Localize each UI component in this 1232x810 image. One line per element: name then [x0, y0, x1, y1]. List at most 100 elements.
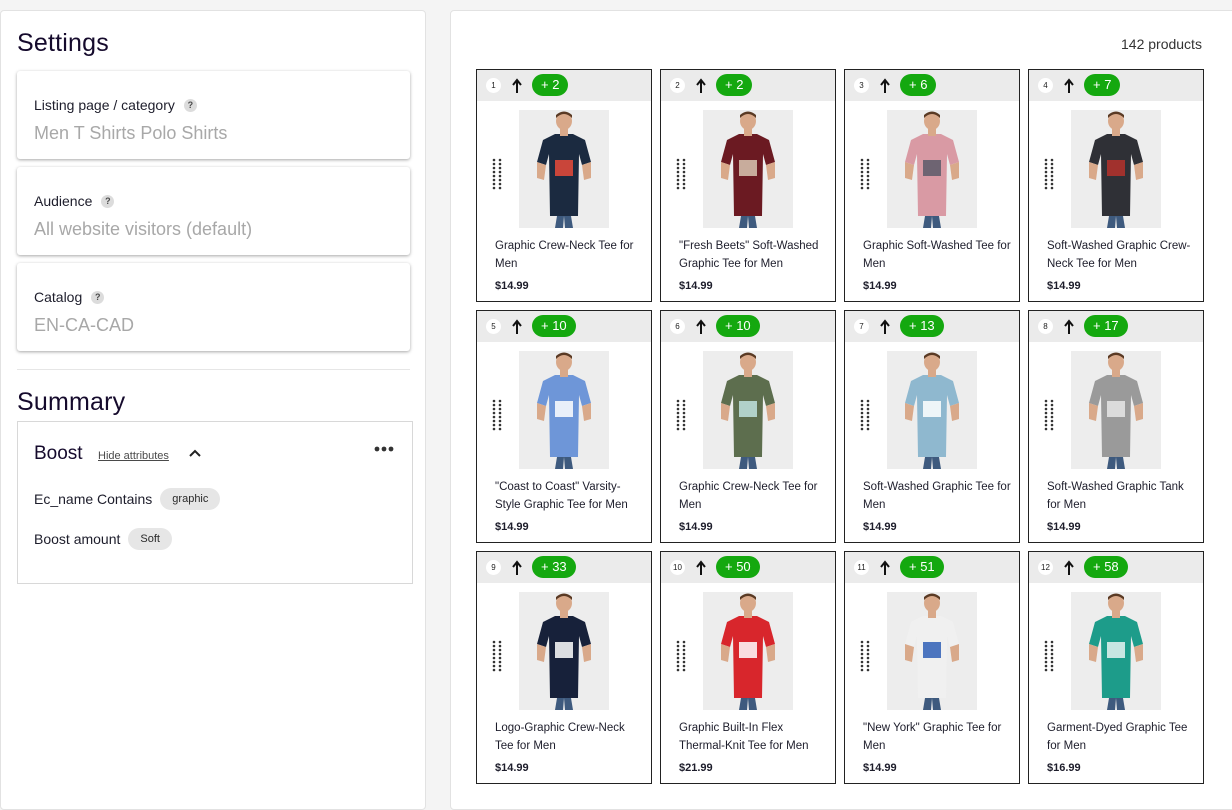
arrow-up-icon: [880, 560, 890, 575]
arrow-up-icon: [512, 78, 522, 93]
help-icon[interactable]: ?: [91, 290, 105, 304]
product-card-header: 5 + 10: [477, 311, 651, 342]
help-icon[interactable]: ?: [101, 194, 115, 208]
chevron-up-icon[interactable]: [188, 446, 202, 460]
product-name[interactable]: Graphic Crew-Neck Tee for Men: [679, 478, 829, 514]
help-icon[interactable]: ?: [183, 98, 197, 112]
product-card-header: 12 + 58: [1029, 552, 1203, 583]
product-price: $21.99: [679, 762, 713, 774]
product-name[interactable]: Logo-Graphic Crew-Neck Tee for Men: [495, 719, 645, 755]
product-price: $14.99: [679, 521, 713, 533]
product-card[interactable]: 3 + 6 Graphic Soft-Washed Tee for Men $1…: [844, 69, 1020, 302]
listing-page-label-row: Listing page / category ?: [34, 97, 197, 113]
attribute-value-pill: graphic: [160, 488, 221, 510]
product-image[interactable]: [519, 110, 609, 228]
rank-number: 7: [854, 319, 869, 334]
boost-badge: + 2: [532, 74, 569, 96]
product-name[interactable]: Soft-Washed Graphic Tank for Men: [1047, 478, 1197, 514]
product-name[interactable]: Garment-Dyed Graphic Tee for Men: [1047, 719, 1197, 755]
product-name[interactable]: Soft-Washed Graphic Tee for Men: [863, 478, 1013, 514]
listing-page-label: Listing page / category: [34, 97, 175, 113]
product-card[interactable]: 2 + 2 "Fresh Beets" Soft-Washed Graphic …: [660, 69, 836, 302]
product-name[interactable]: "Fresh Beets" Soft-Washed Graphic Tee fo…: [679, 237, 829, 273]
product-card[interactable]: 5 + 10 "Coast to Coast" Varsity-Style Gr…: [476, 310, 652, 543]
arrow-up-icon: [880, 319, 890, 334]
rank-number: 8: [1038, 319, 1053, 334]
listing-page-field[interactable]: Listing page / category ? Men T Shirts P…: [17, 71, 410, 159]
product-name[interactable]: "Coast to Coast" Varsity-Style Graphic T…: [495, 478, 645, 514]
audience-label-row: Audience ?: [34, 193, 115, 209]
rank-number: 1: [486, 78, 501, 93]
boost-badge: + 51: [900, 556, 944, 578]
product-name[interactable]: Graphic Built-In Flex Thermal-Knit Tee f…: [679, 719, 829, 755]
product-image[interactable]: [1071, 351, 1161, 469]
boost-badge: + 6: [900, 74, 937, 96]
product-image[interactable]: [1071, 110, 1161, 228]
boost-badge: + 58: [1084, 556, 1128, 578]
drag-handle-icon[interactable]: [492, 640, 502, 672]
more-options-icon[interactable]: [374, 446, 394, 452]
product-price: $14.99: [495, 280, 529, 292]
drag-handle-icon[interactable]: [676, 158, 686, 190]
audience-label: Audience: [34, 193, 93, 209]
product-card[interactable]: 10 + 50 Graphic Built-In Flex Thermal-Kn…: [660, 551, 836, 784]
drag-handle-icon[interactable]: [492, 158, 502, 190]
boost-badge: + 33: [532, 556, 576, 578]
results-panel: 142 products 1 + 2 Graphic Crew-Neck Tee…: [450, 10, 1232, 810]
drag-handle-icon[interactable]: [860, 158, 870, 190]
drag-handle-icon[interactable]: [492, 399, 502, 431]
product-card[interactable]: 8 + 17 Soft-Washed Graphic Tank for Men …: [1028, 310, 1204, 543]
product-card-header: 6 + 10: [661, 311, 835, 342]
rank-number: 2: [670, 78, 685, 93]
product-image[interactable]: [887, 592, 977, 710]
product-card-header: 9 + 33: [477, 552, 651, 583]
boost-attribute-row: Ec_name Contains graphic: [34, 488, 221, 510]
product-name[interactable]: "New York" Graphic Tee for Men: [863, 719, 1013, 755]
boost-badge: + 10: [716, 315, 760, 337]
product-image[interactable]: [703, 110, 793, 228]
product-image[interactable]: [1071, 592, 1161, 710]
arrow-up-icon: [512, 560, 522, 575]
drag-handle-icon[interactable]: [1044, 158, 1054, 190]
product-card[interactable]: 9 + 33 Logo-Graphic Crew-Neck Tee for Me…: [476, 551, 652, 784]
drag-handle-icon[interactable]: [1044, 640, 1054, 672]
product-card[interactable]: 4 + 7 Soft-Washed Graphic Crew-Neck Tee …: [1028, 69, 1204, 302]
drag-handle-icon[interactable]: [676, 640, 686, 672]
product-card[interactable]: 11 + 51 "New York" Graphic Tee for Men $…: [844, 551, 1020, 784]
boost-badge: + 13: [900, 315, 944, 337]
product-card[interactable]: 7 + 13 Soft-Washed Graphic Tee for Men $…: [844, 310, 1020, 543]
rank-number: 3: [854, 78, 869, 93]
product-price: $14.99: [863, 521, 897, 533]
attribute-label: Ec_name Contains: [34, 491, 153, 507]
product-card-header: 2 + 2: [661, 70, 835, 101]
product-image[interactable]: [519, 592, 609, 710]
boost-badge: + 17: [1084, 315, 1128, 337]
product-image[interactable]: [887, 351, 977, 469]
product-name[interactable]: Soft-Washed Graphic Crew-Neck Tee for Me…: [1047, 237, 1197, 273]
catalog-field[interactable]: Catalog ? EN-CA-CAD: [17, 263, 410, 351]
product-image[interactable]: [519, 351, 609, 469]
product-image[interactable]: [703, 351, 793, 469]
boost-amount-label: Boost amount: [34, 531, 121, 547]
audience-field[interactable]: Audience ? All website visitors (default…: [17, 167, 410, 255]
arrow-up-icon: [1064, 319, 1074, 334]
product-price: $14.99: [495, 521, 529, 533]
boost-badge: + 50: [716, 556, 760, 578]
product-card[interactable]: 12 + 58 Garment-Dyed Graphic Tee for Men…: [1028, 551, 1204, 784]
boost-badge: + 2: [716, 74, 753, 96]
drag-handle-icon[interactable]: [676, 399, 686, 431]
drag-handle-icon[interactable]: [860, 399, 870, 431]
product-name[interactable]: Graphic Crew-Neck Tee for Men: [495, 237, 645, 273]
drag-handle-icon[interactable]: [860, 640, 870, 672]
arrow-up-icon: [1064, 560, 1074, 575]
hide-attributes-link[interactable]: Hide attributes: [98, 450, 169, 462]
product-card-header: 11 + 51: [845, 552, 1019, 583]
product-image[interactable]: [703, 592, 793, 710]
rank-number: 5: [486, 319, 501, 334]
arrow-up-icon: [1064, 78, 1074, 93]
drag-handle-icon[interactable]: [1044, 399, 1054, 431]
product-card[interactable]: 1 + 2 Graphic Crew-Neck Tee for Men $14.…: [476, 69, 652, 302]
product-card[interactable]: 6 + 10 Graphic Crew-Neck Tee for Men $14…: [660, 310, 836, 543]
product-image[interactable]: [887, 110, 977, 228]
product-name[interactable]: Graphic Soft-Washed Tee for Men: [863, 237, 1013, 273]
